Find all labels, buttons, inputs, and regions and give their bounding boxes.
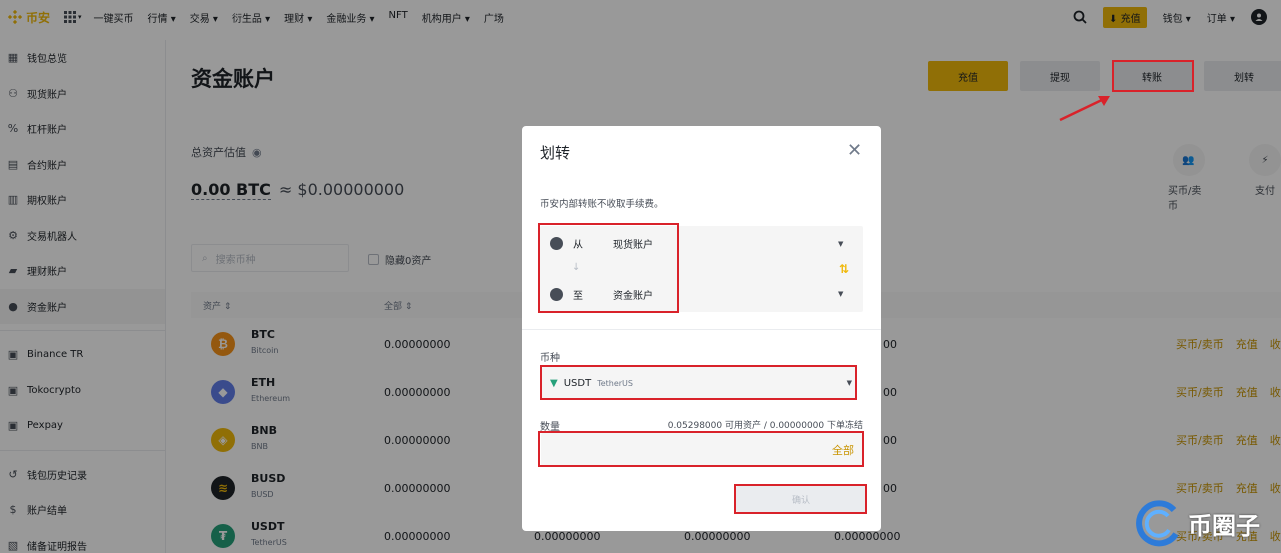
- from-account-select[interactable]: 从 现货账户: [550, 236, 653, 251]
- from-to-selector: 从 现货账户 ▼ ↓ ⇅ 至 资金账户 ▼: [540, 226, 863, 312]
- spot-account-icon: [550, 237, 563, 250]
- coin-label: 币种: [540, 353, 560, 364]
- watermark-text: 币圈子: [1188, 511, 1260, 540]
- chevron-down-icon[interactable]: ▼: [838, 290, 843, 298]
- to-account-select[interactable]: 至 资金账户: [550, 287, 653, 302]
- watermark-logo-icon: [1136, 500, 1179, 547]
- funding-account-icon: [550, 288, 563, 301]
- amount-label: 数量: [540, 422, 560, 433]
- modal-title: 划转: [540, 144, 571, 162]
- from-label: 从: [573, 240, 583, 251]
- chevron-down-icon: ▼: [846, 379, 852, 387]
- transfer-modal: 划转 ✕ 币安内部转账不收取手续费。 从 现货账户 ▼ ↓ ⇅ 至 资金账户 ▼…: [522, 126, 881, 531]
- coin-select-symbol: USDT: [563, 377, 592, 389]
- from-value: 现货账户: [613, 240, 653, 251]
- amount-input[interactable]: 全部: [541, 433, 862, 466]
- coin-select[interactable]: ▼ USDT TetherUS ▼: [542, 367, 856, 399]
- max-all-button[interactable]: 全部: [832, 442, 854, 458]
- arrow-down-icon: ↓: [572, 262, 581, 273]
- amount-available: 0.05298000 可用资产 / 0.00000000 下单冻结: [667, 421, 863, 431]
- to-value: 资金账户: [613, 291, 653, 302]
- watermark: 币圈子: [1132, 498, 1260, 548]
- to-label: 至: [573, 291, 583, 302]
- swap-icon[interactable]: ⇅: [839, 262, 849, 276]
- chevron-down-icon[interactable]: ▼: [838, 240, 843, 248]
- usdt-icon: ▼: [550, 377, 558, 389]
- modal-divider: [522, 329, 881, 330]
- coin-select-name: TetherUS: [597, 378, 633, 388]
- confirm-button[interactable]: 确认: [736, 486, 866, 512]
- close-icon[interactable]: ✕: [847, 140, 862, 161]
- annotation-arrow-icon: [1059, 96, 1110, 122]
- fee-note: 币安内部转账不收取手续费。: [540, 199, 664, 210]
